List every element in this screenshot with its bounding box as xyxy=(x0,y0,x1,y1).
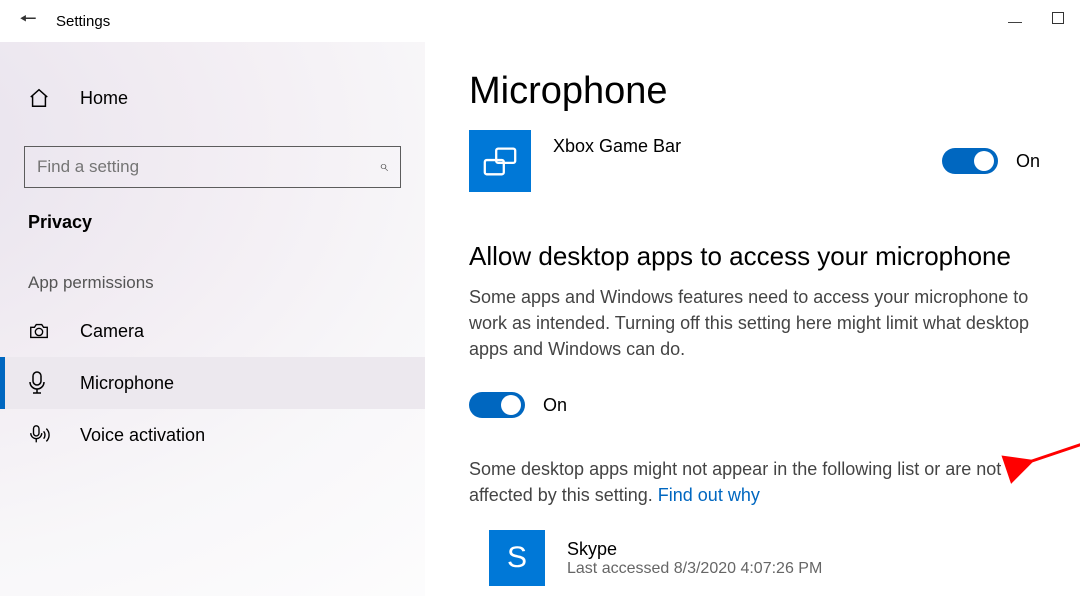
app-row-xbox: Xbox Game Bar On xyxy=(469,129,1040,193)
toggle-state-allow-desktop: On xyxy=(543,395,567,416)
sidebar-item-microphone[interactable]: Microphone xyxy=(0,357,425,409)
desktop-app-skype: S Skype Last accessed 8/3/2020 4:07:26 P… xyxy=(489,530,1040,586)
desktop-app-name: Skype xyxy=(567,539,822,560)
app-name-xbox: Xbox Game Bar xyxy=(553,136,942,157)
section-caption-app-permissions: App permissions xyxy=(0,233,425,305)
sidebar-item-voice-activation[interactable]: Voice activation xyxy=(0,409,425,461)
page-title: Microphone xyxy=(469,70,1040,113)
toggle-allow-desktop-apps[interactable] xyxy=(469,392,525,418)
sidebar-item-label: Voice activation xyxy=(80,425,205,446)
microphone-icon xyxy=(28,371,54,395)
allow-desktop-heading: Allow desktop apps to access your microp… xyxy=(469,241,1040,272)
find-out-why-link[interactable]: Find out why xyxy=(658,485,760,505)
search-box[interactable]: ⌕ xyxy=(24,146,401,188)
camera-icon xyxy=(28,321,54,341)
content: Microphone Xbox Game Bar On Allow deskto… xyxy=(425,42,1080,596)
search-icon: ⌕ xyxy=(379,158,388,176)
window-title: Settings xyxy=(56,13,110,30)
search-input[interactable] xyxy=(37,157,379,177)
section-title-privacy: Privacy xyxy=(0,188,425,233)
home-link[interactable]: Home xyxy=(0,72,425,124)
back-button[interactable]: 🠔 xyxy=(10,4,46,38)
voice-activation-icon xyxy=(28,424,54,446)
skype-icon: S xyxy=(489,530,545,586)
xbox-game-bar-icon xyxy=(469,130,531,192)
allow-desktop-note: Some desktop apps might not appear in th… xyxy=(469,456,1040,508)
home-label: Home xyxy=(80,88,128,109)
titlebar: 🠔 Settings — xyxy=(0,0,1080,42)
sidebar-item-label: Microphone xyxy=(80,373,174,394)
toggle-xbox-game-bar[interactable] xyxy=(942,148,998,174)
home-icon xyxy=(28,87,54,109)
maximize-button[interactable] xyxy=(1052,12,1064,24)
desktop-app-last-accessed: Last accessed 8/3/2020 4:07:26 PM xyxy=(567,560,822,578)
sidebar: Home ⌕ Privacy App permissions Camera xyxy=(0,42,425,596)
minimize-button[interactable]: — xyxy=(1006,12,1024,30)
sidebar-item-label: Camera xyxy=(80,321,144,342)
toggle-state-xbox: On xyxy=(1016,151,1040,172)
sidebar-item-camera[interactable]: Camera xyxy=(0,305,425,357)
allow-desktop-body: Some apps and Windows features need to a… xyxy=(469,284,1040,362)
